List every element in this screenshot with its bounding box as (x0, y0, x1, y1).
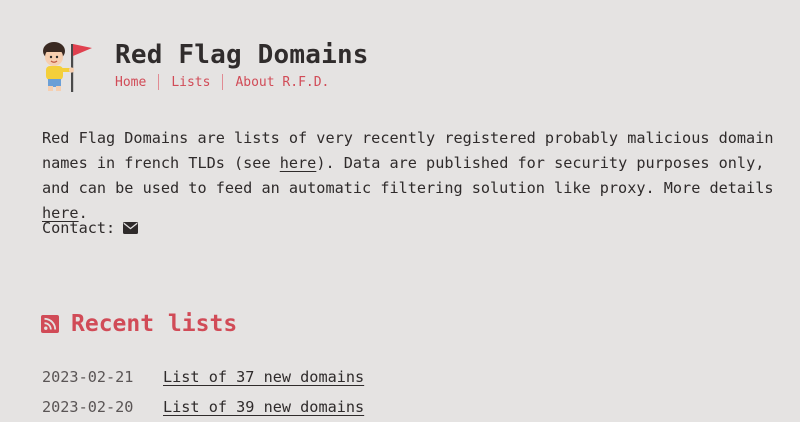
list-item: 2023-02-20 List of 39 new domains (42, 392, 364, 422)
envelope-icon[interactable] (123, 222, 139, 234)
nav-about-link[interactable]: About R.F.D. (235, 75, 329, 90)
tld-here-link[interactable]: here (280, 154, 317, 172)
recent-lists-title: Recent lists (71, 311, 238, 337)
rss-icon[interactable] (41, 315, 59, 333)
main-nav: Home Lists About R.F.D. (115, 74, 329, 90)
recent-lists-heading: Recent lists (41, 311, 237, 337)
list-date: 2023-02-20 (42, 398, 134, 416)
intro-paragraph: Red Flag Domains are lists of very recen… (42, 126, 784, 226)
site-title[interactable]: Red Flag Domains (115, 40, 369, 70)
nav-home-link[interactable]: Home (115, 75, 146, 90)
list-date: 2023-02-21 (42, 368, 134, 386)
mascot-flag-icon[interactable] (40, 38, 96, 94)
contact-label: Contact: (42, 219, 116, 237)
nav-divider (222, 74, 224, 90)
list-link[interactable]: List of 39 new domains (163, 398, 364, 416)
list-item: 2023-02-21 List of 37 new domains (42, 362, 364, 392)
contact-line: Contact: (42, 217, 139, 239)
list-link[interactable]: List of 37 new domains (163, 368, 364, 386)
recent-lists: 2023-02-21 List of 37 new domains 2023-0… (42, 362, 364, 422)
nav-divider (158, 74, 160, 90)
nav-lists-link[interactable]: Lists (171, 75, 210, 90)
